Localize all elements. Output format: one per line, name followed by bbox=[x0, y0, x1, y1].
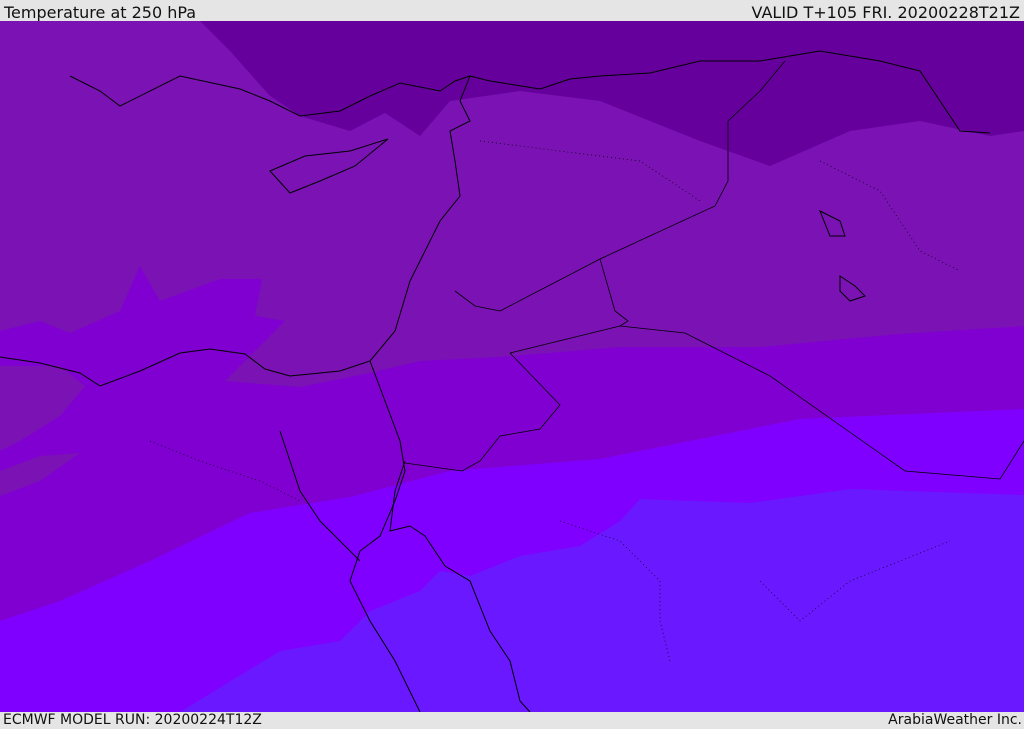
header-bar: Temperature at 250 hPa VALID T+105 FRI. … bbox=[0, 0, 1024, 22]
footer-bar: ECMWF MODEL RUN: 20200224T12Z ArabiaWeat… bbox=[0, 712, 1024, 729]
valid-time: VALID T+105 FRI. 20200228T21Z bbox=[751, 3, 1020, 22]
map-title: Temperature at 250 hPa bbox=[4, 3, 197, 22]
temperature-map bbox=[0, 21, 1024, 712]
model-run: ECMWF MODEL RUN: 20200224T12Z bbox=[3, 712, 262, 728]
credit: ArabiaWeather Inc. bbox=[888, 712, 1022, 728]
